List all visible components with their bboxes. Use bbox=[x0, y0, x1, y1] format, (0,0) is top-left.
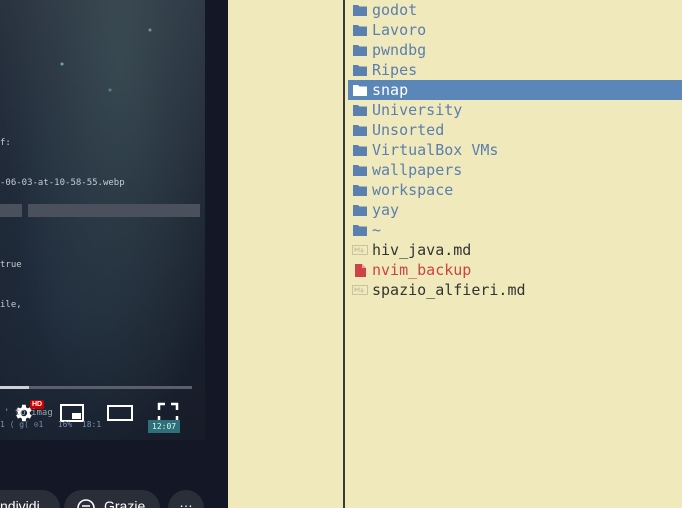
folder-icon bbox=[353, 85, 367, 96]
video-progress-fill bbox=[0, 386, 29, 389]
folder-entry[interactable]: VirtualBox VMs bbox=[348, 140, 682, 160]
folder-entry[interactable]: yay bbox=[348, 200, 682, 220]
terminal-bar bbox=[0, 204, 22, 217]
thanks-label: Grazie bbox=[104, 498, 146, 508]
folder-entry[interactable]: Ripes bbox=[348, 60, 682, 80]
folder-icon bbox=[353, 125, 367, 136]
folder-entry[interactable]: snap bbox=[348, 80, 682, 100]
entry-name: nvim_backup bbox=[372, 261, 472, 279]
entry-name: University bbox=[372, 101, 463, 119]
folder-icon bbox=[353, 45, 367, 56]
terminal-line: f: bbox=[0, 138, 11, 148]
folder-entry[interactable]: Unsorted bbox=[348, 120, 682, 140]
entry-name: snap bbox=[372, 81, 409, 99]
entry-name: hiv_java.md bbox=[372, 241, 472, 259]
folder-entry[interactable]: wallpapers bbox=[348, 160, 682, 180]
more-actions-button[interactable]: … bbox=[168, 490, 204, 508]
file-entry[interactable]: nvim_backup bbox=[348, 260, 682, 280]
markdown-file-icon bbox=[352, 245, 368, 255]
folder-icon bbox=[353, 105, 367, 116]
terminal-bar bbox=[28, 204, 200, 217]
clock-label: 12:07 bbox=[148, 420, 181, 433]
folder-icon bbox=[353, 205, 367, 216]
folder-icon bbox=[353, 225, 367, 236]
entry-name: pwndbg bbox=[372, 41, 427, 59]
folder-icon bbox=[353, 25, 367, 36]
file-entry[interactable]: hiv_java.md bbox=[348, 240, 682, 260]
folder-icon bbox=[353, 65, 367, 76]
entry-name: VirtualBox VMs bbox=[372, 141, 499, 159]
terminal-line: -06-03-at-10-58-55.webp bbox=[0, 178, 125, 188]
terminal-line: ile, bbox=[0, 300, 22, 310]
video-player[interactable]: f: -06-03-at-10-58-55.webp true ile, HD … bbox=[0, 0, 228, 508]
entry-name: spazio_alfieri.md bbox=[372, 281, 526, 299]
terminal-line: true bbox=[0, 260, 22, 270]
entry-name: Unsorted bbox=[372, 121, 445, 139]
video-progress-bar[interactable] bbox=[0, 386, 192, 389]
entry-name: Lavoro bbox=[372, 21, 427, 39]
entry-name: ~ bbox=[372, 221, 382, 239]
more-icon: … bbox=[179, 494, 193, 508]
entry-name: wallpapers bbox=[372, 161, 463, 179]
entry-name: workspace bbox=[372, 181, 454, 199]
share-button[interactable]: ndividi bbox=[0, 490, 60, 508]
folder-entry[interactable]: workspace bbox=[348, 180, 682, 200]
folder-icon bbox=[353, 5, 367, 16]
entry-name: Ripes bbox=[372, 61, 418, 79]
video-frame[interactable] bbox=[0, 0, 205, 440]
file-entry[interactable]: spazio_alfieri.md bbox=[348, 280, 682, 300]
markdown-file-icon bbox=[352, 285, 368, 295]
pane-divider[interactable] bbox=[343, 0, 345, 508]
backup-file-icon bbox=[354, 263, 366, 277]
folder-entry[interactable]: ~ bbox=[348, 220, 682, 240]
thanks-icon bbox=[77, 499, 95, 508]
entry-name: yay bbox=[372, 201, 400, 219]
overlay-text: ' to imag bbox=[4, 408, 53, 418]
folder-icon bbox=[353, 185, 367, 196]
folder-entry[interactable]: pwndbg bbox=[348, 40, 682, 60]
share-label: ndividi bbox=[0, 498, 40, 508]
folder-entry[interactable]: University bbox=[348, 100, 682, 120]
thanks-button[interactable]: Grazie bbox=[64, 490, 160, 508]
folder-entry[interactable]: godot bbox=[348, 0, 682, 20]
folder-entry[interactable]: Lavoro bbox=[348, 20, 682, 40]
file-list: godot Lavoro pwndbg Ripes snap University Unso… bbox=[348, 0, 682, 300]
empty-pane bbox=[228, 0, 343, 508]
folder-icon bbox=[353, 165, 367, 176]
folder-icon bbox=[353, 145, 367, 156]
entry-name: godot bbox=[372, 1, 418, 19]
